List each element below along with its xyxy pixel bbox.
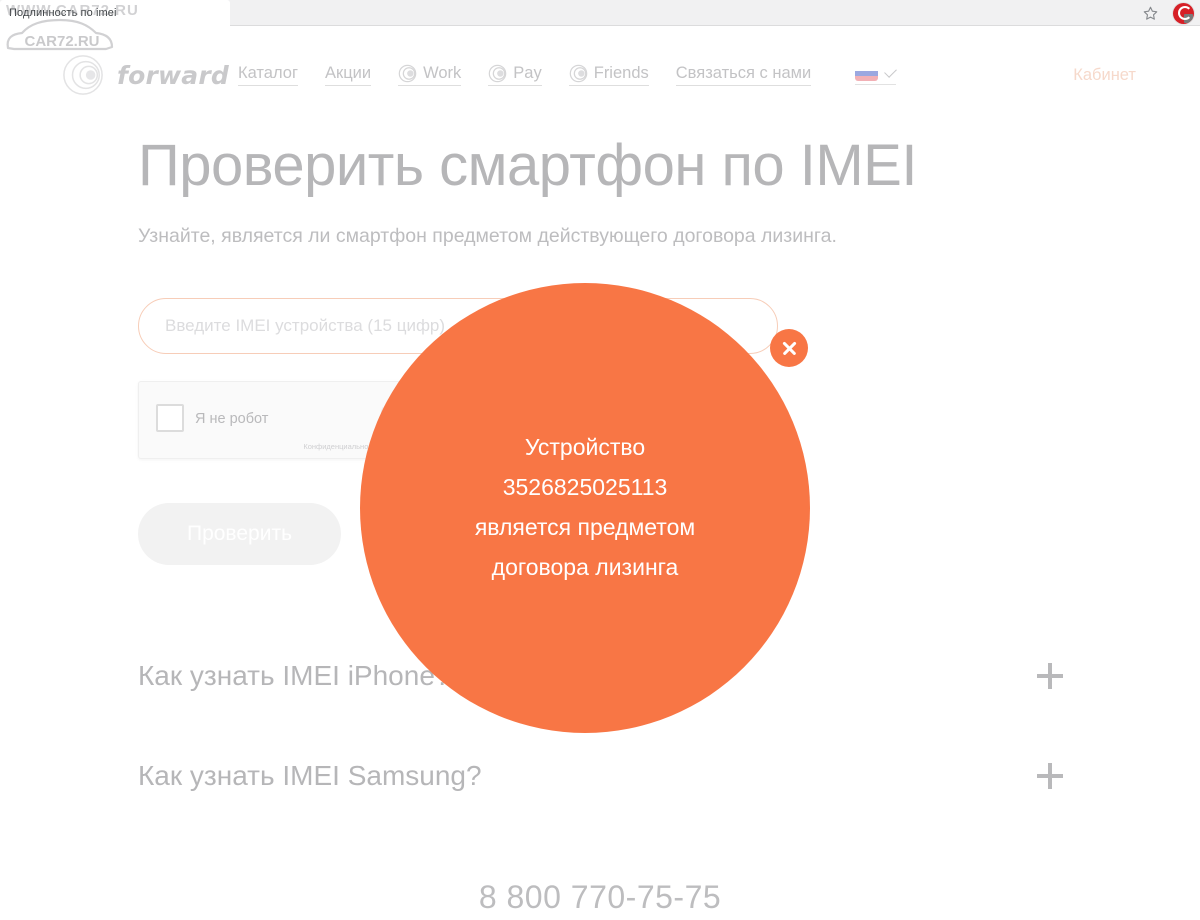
nav-item-label: Friends <box>593 64 649 82</box>
forward-swirl-logo-icon <box>63 55 103 95</box>
account-link[interactable]: Кабинет <box>1073 66 1136 85</box>
nav-item-akcii[interactable]: Акции <box>324 64 372 86</box>
browser-toolbar-right <box>1142 0 1200 26</box>
nav-item-label: Pay <box>513 64 542 82</box>
nav-item-katalog[interactable]: Каталог <box>238 64 298 86</box>
faq-item-samsung[interactable]: Как узнать IMEI Samsung? <box>138 726 1063 826</box>
browser-chrome: Подлинность по imei <box>0 0 1200 26</box>
page-title: Проверить смартфон по IMEI <box>138 133 917 198</box>
nav-item-contact[interactable]: Связаться с нами <box>675 64 812 86</box>
nav-item-label: Связаться с нами <box>675 64 812 82</box>
footer-phone[interactable]: 8 800 770-75-75 <box>0 879 1200 916</box>
swirl-icon <box>489 64 507 83</box>
browser-tab[interactable]: Подлинность по imei <box>0 0 230 26</box>
submit-check-button[interactable]: Проверить <box>138 503 341 565</box>
brand-name: forward <box>117 60 229 90</box>
brand-logo[interactable]: forward <box>62 54 229 96</box>
recaptcha-checkbox[interactable] <box>156 404 184 432</box>
result-modal: Устройство 3526825025113 является предме… <box>360 283 810 733</box>
nav-item-label: Каталог <box>238 64 298 82</box>
browser-tab-title: Подлинность по imei <box>9 7 117 19</box>
recaptcha-label: Я не робот <box>195 411 269 427</box>
swirl-icon <box>569 64 588 83</box>
nav-item-work[interactable]: Work <box>398 64 462 86</box>
nav-item-pay[interactable]: Pay <box>488 64 542 86</box>
russia-flag-icon <box>855 65 878 81</box>
faq-question: Как узнать IMEI iPhone? <box>138 660 451 691</box>
result-modal-message: Устройство 3526825025113 является предме… <box>474 434 696 580</box>
chevron-down-icon <box>884 65 897 78</box>
modal-close-button[interactable] <box>770 329 808 367</box>
close-icon <box>781 340 798 357</box>
page-content: forward Каталог Акции Work Pay Friends С… <box>0 26 1200 920</box>
main-nav: Каталог Акции Work Pay Friends Связаться… <box>238 64 812 86</box>
nav-item-label: Work <box>423 64 462 82</box>
nav-item-label: Акции <box>324 64 372 82</box>
plus-icon[interactable] <box>1037 663 1063 689</box>
star-icon[interactable] <box>1142 5 1159 22</box>
swirl-icon <box>398 64 417 83</box>
page-subtitle: Узнайте, является ли смартфон предметом … <box>138 225 837 247</box>
plus-icon[interactable] <box>1037 763 1063 789</box>
language-selector[interactable] <box>855 65 897 85</box>
nav-item-friends[interactable]: Friends <box>568 64 649 86</box>
extension-icon[interactable] <box>1173 2 1194 24</box>
site-header: forward Каталог Акции Work Pay Friends С… <box>0 48 1200 102</box>
faq-question: Как узнать IMEI Samsung? <box>138 760 482 791</box>
